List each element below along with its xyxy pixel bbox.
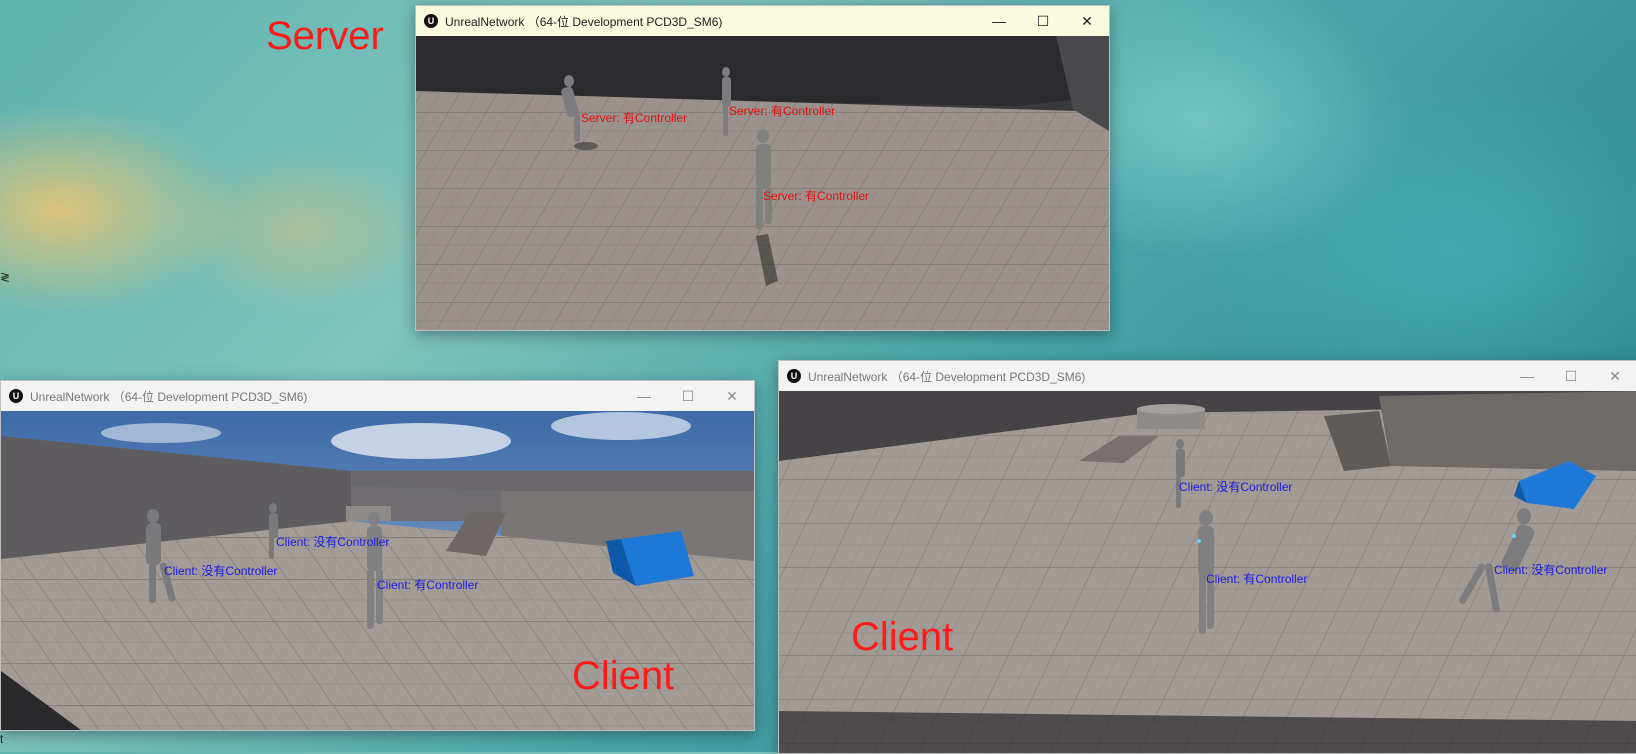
desktop-edge-glyph: t [0, 732, 4, 746]
client-left-game-viewport[interactable]: Client: 没有Controller Client: 没有Controlle… [1, 411, 754, 730]
desktop-edge-glyph: ≷ [0, 270, 11, 284]
close-button[interactable]: ✕ [1065, 6, 1109, 36]
server-overlay-label: Server [266, 14, 384, 58]
minimize-button[interactable]: — [977, 6, 1021, 36]
server-scene [416, 36, 1109, 330]
server-character-label: Server: 有Controller [581, 111, 688, 125]
client-overlay-label: Client [851, 615, 954, 659]
server-game-viewport[interactable]: Server: 有Controller Server: 有Controller … [416, 36, 1109, 330]
client-character-label: Client: 没有Controller [164, 564, 278, 578]
client-character-label: Client: 没有Controller [1494, 563, 1608, 577]
window-title: UnrealNetwork （64-位 Development PCD3D_SM… [30, 389, 308, 404]
client-left-window[interactable]: U UnrealNetwork （64-位 Development PCD3D_… [0, 380, 755, 731]
window-title: UnrealNetwork （64-位 Development PCD3D_SM… [808, 369, 1086, 384]
minimize-button[interactable]: — [622, 381, 666, 411]
client-left-titlebar[interactable]: U UnrealNetwork （64-位 Development PCD3D_… [1, 381, 754, 411]
server-titlebar[interactable]: U UnrealNetwork （64-位 Development PCD3D_… [416, 6, 1109, 36]
server-character-label: Server: 有Controller [729, 104, 836, 118]
unreal-app-icon: U [787, 369, 801, 383]
client-right-window[interactable]: U UnrealNetwork （64-位 Development PCD3D_… [778, 360, 1636, 754]
client-right-game-viewport[interactable]: Client: 没有Controller Client: 有Controller… [779, 391, 1636, 753]
maximize-button[interactable]: ☐ [666, 381, 710, 411]
client-right-titlebar[interactable]: U UnrealNetwork （64-位 Development PCD3D_… [779, 361, 1636, 391]
maximize-button[interactable]: ☐ [1021, 6, 1065, 36]
close-button[interactable]: ✕ [710, 381, 754, 411]
minimize-button[interactable]: — [1505, 361, 1549, 391]
client-character-label: Client: 没有Controller [276, 535, 390, 549]
unreal-app-icon: U [9, 389, 23, 403]
unreal-app-icon: U [424, 14, 438, 28]
close-button[interactable]: ✕ [1593, 361, 1636, 391]
maximize-button[interactable]: ☐ [1549, 361, 1593, 391]
client-character-label: Client: 没有Controller [1179, 480, 1293, 494]
client-overlay-label: Client [572, 654, 675, 698]
server-window[interactable]: U UnrealNetwork （64-位 Development PCD3D_… [415, 5, 1110, 331]
client-character-label: Client: 有Controller [1206, 572, 1308, 586]
window-title: UnrealNetwork （64-位 Development PCD3D_SM… [445, 14, 723, 29]
server-character-label: Server: 有Controller [763, 189, 870, 203]
client-character-label: Client: 有Controller [377, 578, 479, 592]
